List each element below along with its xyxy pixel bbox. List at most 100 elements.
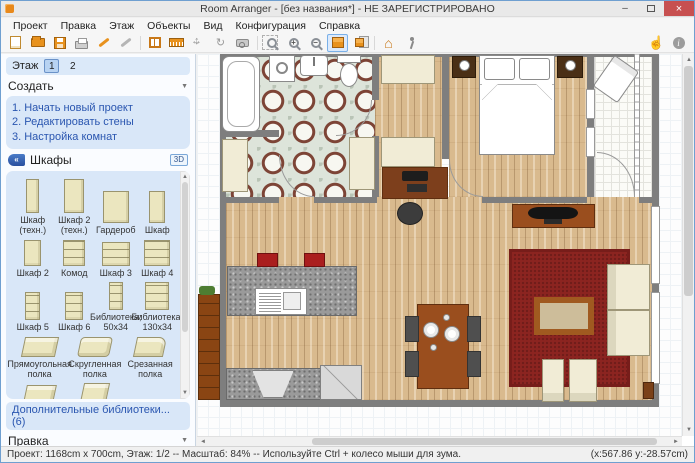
vertical-scrollbar[interactable]: ▲ ▼ — [682, 54, 694, 436]
link-new-project[interactable]: 1. Начать новый проект — [12, 101, 184, 115]
info-button[interactable]: i — [668, 34, 689, 52]
scroll-right-icon[interactable]: ► — [673, 439, 679, 445]
dining-chair[interactable] — [405, 316, 419, 342]
bar-stool[interactable] — [257, 253, 278, 267]
eraser-tool-button[interactable] — [115, 34, 136, 52]
create-section-header[interactable]: Создать ▼ — [6, 75, 190, 96]
furniture-item[interactable]: Шкаф (техн.) — [12, 176, 54, 237]
furniture-item[interactable]: Гардероб — [95, 176, 137, 237]
furniture-item[interactable]: Шкаф — [137, 176, 179, 237]
copy-3d-view-button[interactable] — [349, 34, 370, 52]
furniture-item[interactable]: Скругленная полка — [67, 334, 122, 381]
lamp[interactable] — [459, 60, 470, 71]
draw-tool-button[interactable] — [93, 34, 114, 52]
move-objects-button[interactable]: ↔↕ — [188, 34, 209, 52]
scroll-up-icon[interactable]: ▲ — [181, 174, 189, 180]
sofa[interactable] — [607, 264, 650, 356]
wardrobe[interactable] — [381, 137, 435, 167]
rotate-objects-button[interactable]: ↻ — [210, 34, 231, 52]
furniture-item[interactable]: Библиотека; 50x34 — [95, 279, 137, 334]
cabinet[interactable] — [349, 137, 375, 190]
furniture-item[interactable] — [67, 380, 122, 399]
edit-section-header[interactable]: Правка ▼ — [6, 430, 190, 446]
scroll-down-icon[interactable]: ▼ — [181, 390, 189, 396]
cabinet[interactable] — [222, 139, 248, 192]
coffee-table[interactable] — [534, 297, 594, 335]
view-3d-button[interactable] — [327, 34, 348, 52]
minimize-button[interactable]: – — [612, 1, 638, 16]
armchair[interactable] — [569, 359, 597, 402]
window[interactable] — [651, 206, 660, 284]
floor-1-button[interactable]: 1 — [44, 59, 59, 73]
furniture-item[interactable]: Шкаф 5 — [12, 279, 54, 334]
furniture-item[interactable]: Прямоугольная полка — [12, 334, 67, 381]
more-libraries-link[interactable]: Дополнительные библиотеки... (6) — [6, 402, 190, 430]
staircase[interactable] — [198, 294, 220, 400]
dimensions-button[interactable] — [166, 34, 187, 52]
tv[interactable] — [528, 207, 578, 219]
bar-stool[interactable] — [304, 253, 325, 267]
scrollbar-thumb[interactable] — [312, 438, 657, 445]
tape-measure-button[interactable] — [232, 34, 253, 52]
scroll-up-icon[interactable]: ▲ — [686, 57, 692, 63]
menu-floor[interactable]: Этаж — [103, 19, 140, 33]
radiator[interactable] — [643, 382, 654, 399]
menu-edit[interactable]: Правка — [55, 19, 102, 33]
furniture-item[interactable]: Шкаф 6 — [54, 279, 96, 334]
furniture-item[interactable] — [12, 380, 67, 399]
lamp[interactable] — [565, 60, 576, 71]
furniture-item[interactable]: Библиотека; 130x34 — [137, 279, 179, 334]
menu-view[interactable]: Вид — [197, 19, 228, 33]
furniture-item[interactable]: Срезанная полка — [123, 334, 178, 381]
menu-objects[interactable]: Объекты — [141, 19, 196, 33]
scrollbar-thumb[interactable] — [684, 66, 693, 296]
zoom-out-button[interactable]: − — [305, 34, 326, 52]
monitor[interactable] — [402, 171, 428, 181]
open-button[interactable] — [27, 34, 48, 52]
wardrobe[interactable] — [381, 55, 435, 84]
keyboard[interactable] — [407, 184, 427, 192]
print-button[interactable] — [71, 34, 92, 52]
furniture-item[interactable]: Шкаф 2 (техн.) — [54, 176, 96, 237]
toilet-tank[interactable] — [337, 55, 361, 63]
furniture-item[interactable]: Шкаф 3 — [95, 237, 137, 279]
dishwasher[interactable] — [320, 365, 362, 400]
armchair[interactable] — [542, 359, 564, 402]
hand-cursor-button[interactable]: ☝ — [646, 34, 667, 52]
menu-project[interactable]: Проект — [7, 19, 54, 33]
save-button[interactable] — [49, 34, 70, 52]
furniture-item[interactable]: Комод — [54, 237, 96, 279]
horizontal-scrollbar[interactable]: ◄ ► — [197, 436, 682, 446]
window[interactable] — [651, 292, 660, 384]
edit-walls-button[interactable] — [144, 34, 165, 52]
window[interactable] — [586, 127, 595, 157]
toilet-bowl[interactable] — [340, 63, 358, 87]
dining-chair[interactable] — [405, 351, 419, 377]
preview-3d-button[interactable]: 3D — [170, 154, 188, 166]
maximize-button[interactable] — [638, 1, 664, 16]
furniture-scrollbar[interactable]: ▲ ▼ — [180, 171, 190, 399]
dining-chair[interactable] — [467, 316, 481, 342]
close-button[interactable]: × — [664, 1, 694, 16]
furniture-item[interactable]: Шкаф 4 — [137, 237, 179, 279]
scrollbar-thumb[interactable] — [182, 182, 188, 332]
walk-mode-button[interactable] — [400, 34, 421, 52]
furniture-item[interactable]: Шкаф 2 — [12, 237, 54, 279]
office-chair[interactable] — [397, 202, 423, 225]
category-back-icon[interactable]: « — [8, 154, 25, 166]
link-room-settings[interactable]: 3. Настройка комнат — [12, 130, 184, 144]
zoom-selection-button[interactable] — [261, 34, 282, 52]
floor-2-button[interactable]: 2 — [65, 59, 80, 73]
menu-configuration[interactable]: Конфигурация — [229, 19, 311, 33]
dining-chair[interactable] — [467, 351, 481, 377]
new-file-button[interactable] — [5, 34, 26, 52]
zoom-in-button[interactable]: + — [283, 34, 304, 52]
menu-help[interactable]: Справка — [313, 19, 366, 33]
link-edit-walls[interactable]: 2. Редактировать стены — [12, 115, 184, 129]
plant[interactable] — [199, 286, 215, 295]
scroll-left-icon[interactable]: ◄ — [200, 439, 206, 445]
home-3d-button[interactable]: ⌂ — [378, 34, 399, 52]
floor-plan[interactable] — [197, 54, 682, 436]
window[interactable] — [586, 89, 595, 119]
scroll-down-icon[interactable]: ▼ — [686, 427, 692, 433]
